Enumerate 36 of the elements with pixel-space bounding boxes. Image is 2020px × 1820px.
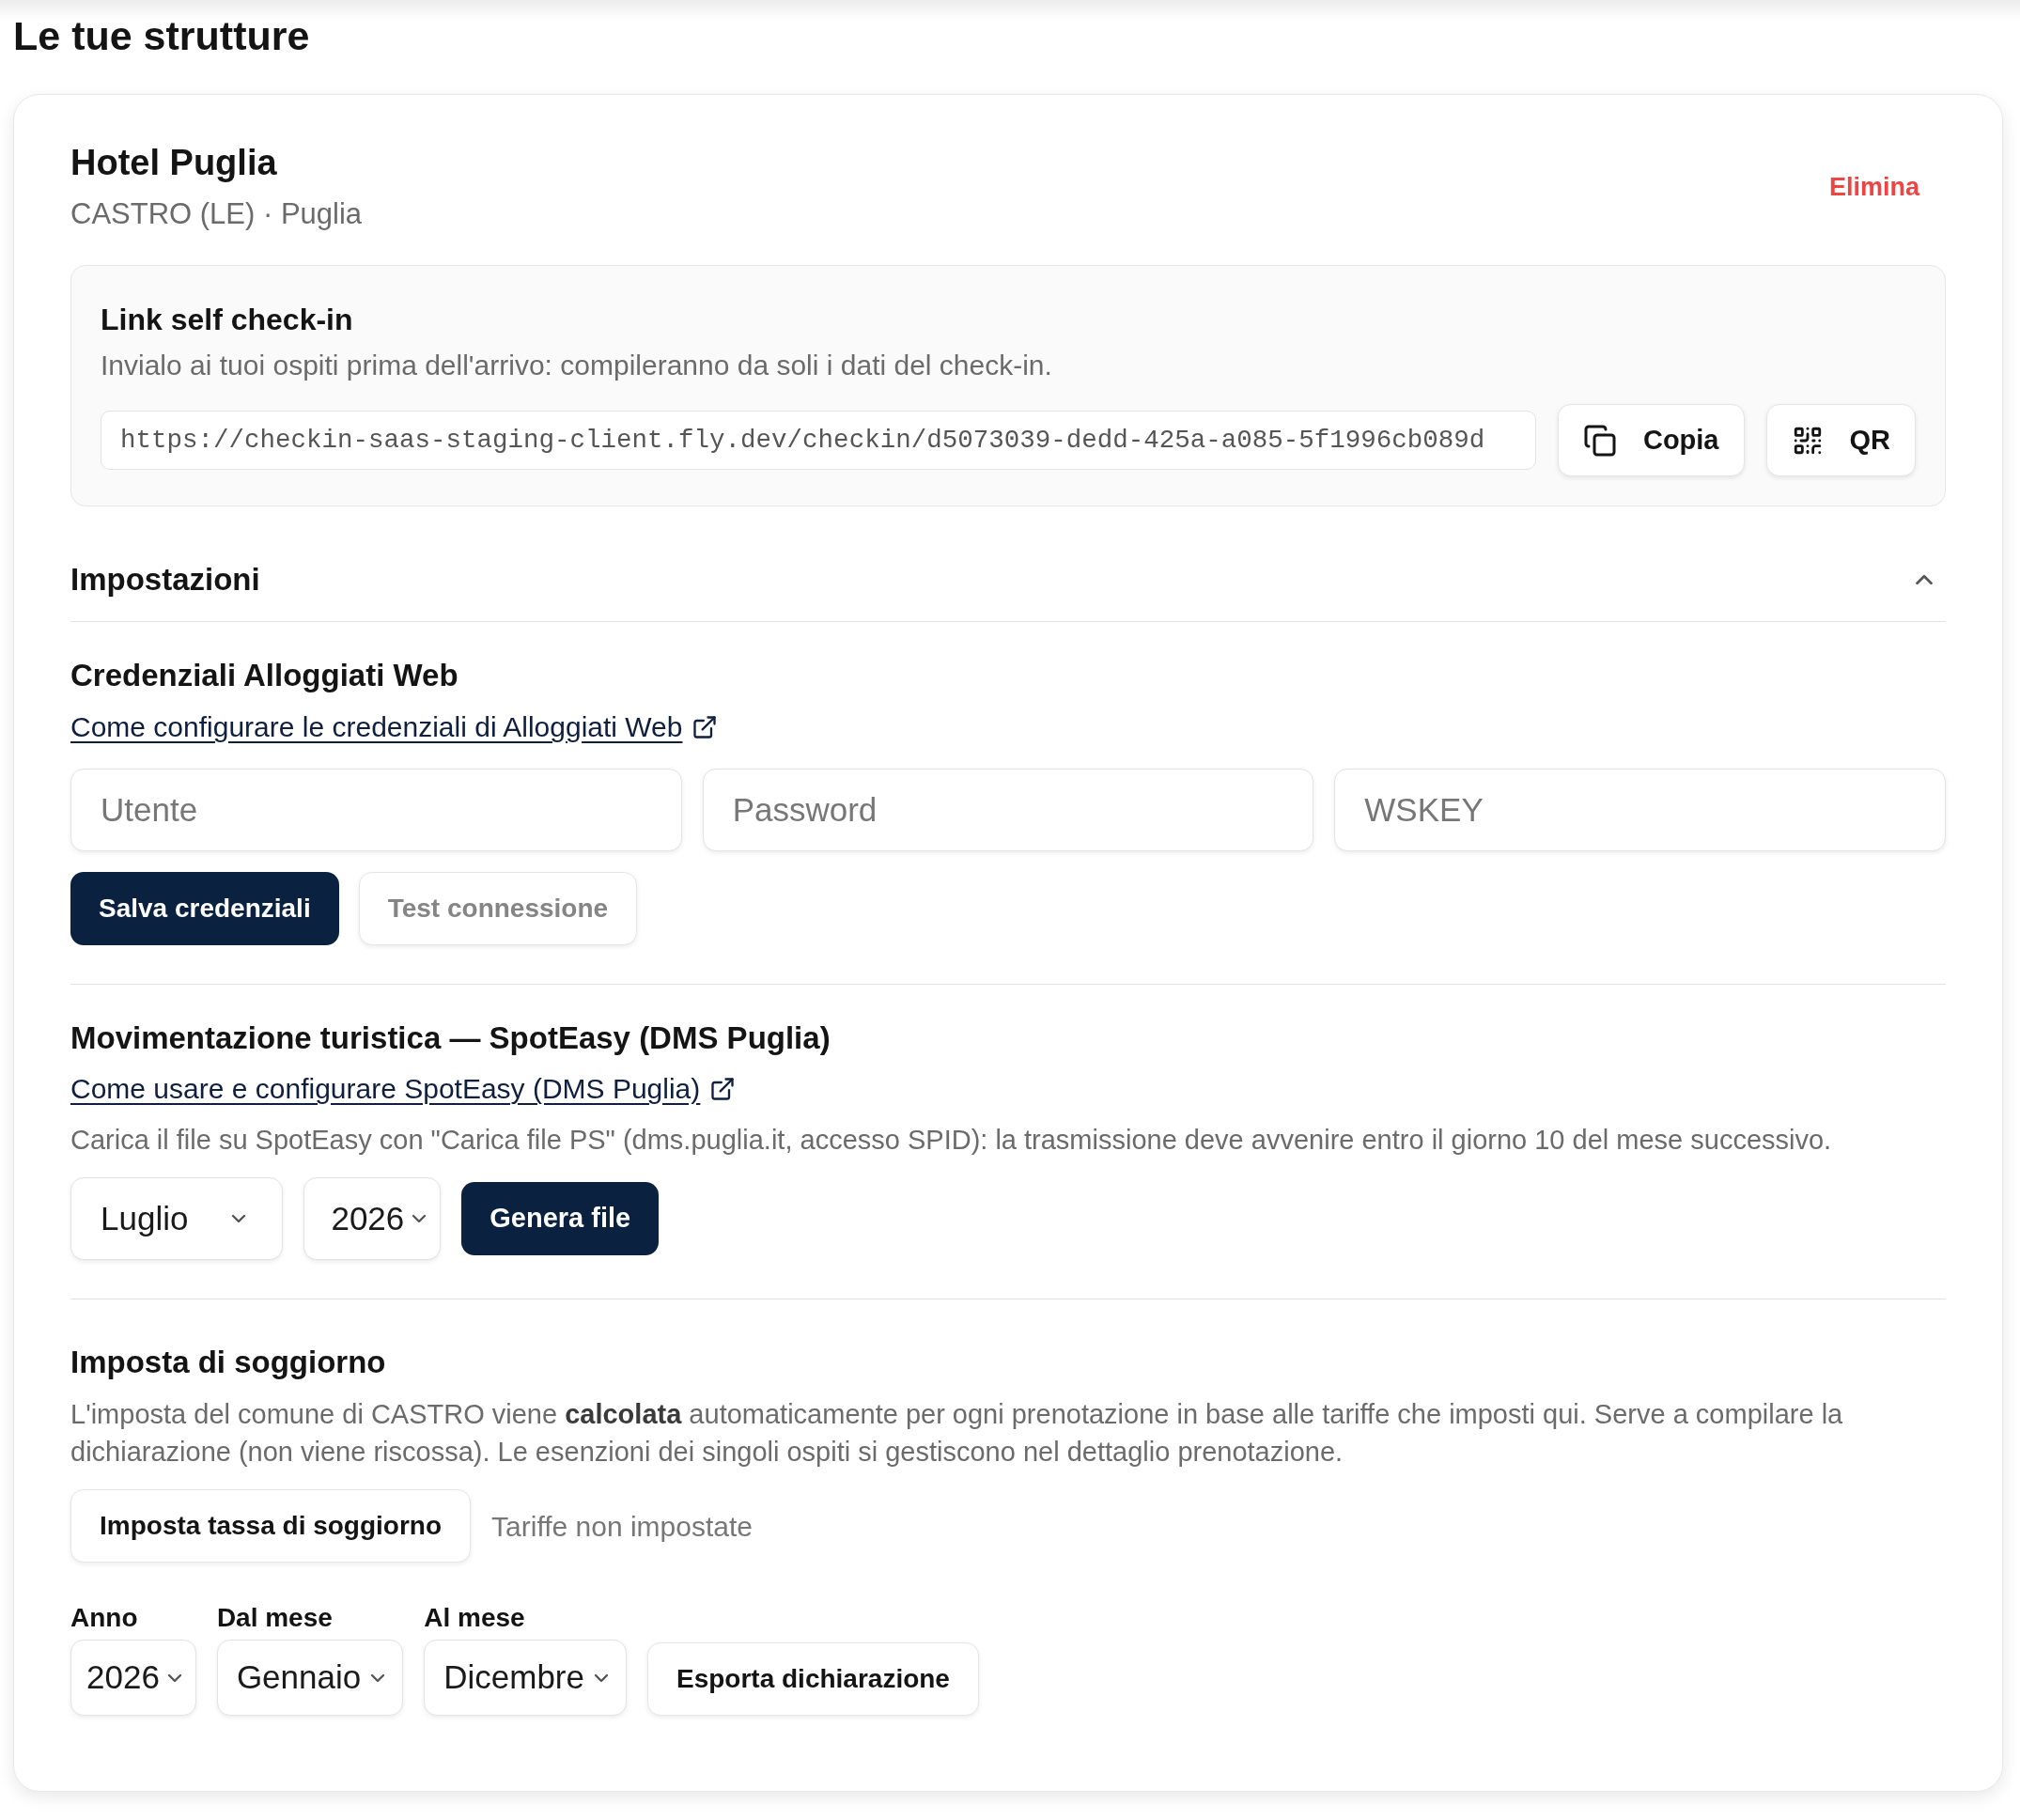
panel-title: Link self check-in — [101, 302, 354, 338]
section-title: Movimentazione turistica — SpotEasy (DMS Puglia) — [70, 1019, 831, 1057]
section-title: Imposta di soggiorno — [70, 1344, 387, 1381]
help-link[interactable]: Come usare e configurare SpotEasy (DMS Puglia) — [70, 1072, 737, 1106]
credential-field[interactable]: WSKEY — [1334, 769, 1946, 851]
section-title: Credenziali Alloggiati Web — [70, 657, 459, 694]
page-title: Le tue strutture — [13, 12, 311, 59]
qr-button[interactable]: QR — [1765, 404, 1916, 476]
property-location: CASTRO (LE) · Puglia — [70, 196, 363, 232]
month-select[interactable]: Luglio — [70, 1177, 284, 1260]
field-label: Anno — [70, 1602, 139, 1634]
year-select[interactable]: 2026 — [70, 1640, 196, 1716]
set-tax-button[interactable]: Imposta tassa di soggiorno — [70, 1489, 472, 1563]
url-field[interactable]: https://checkin-saas-staging-client.fly.dev/checkin/d5073039-dedd-425a-a085-5f1996cb089d — [101, 411, 1536, 470]
rates-status: Tariffe non impostate — [491, 1509, 753, 1544]
section-description: L'imposta del comune di CASTRO viene calcolata automaticamente per ogni prenotazione in base alle tariffe che imposti qui. Serve a compilare la dichiarazione (non viene riscossa). Le esenzioni dei singoli ospiti si gestiscono nel dettaglio prenotazione. — [70, 1398, 1844, 1469]
credential-field[interactable]: Password — [702, 769, 1314, 851]
export-button[interactable]: Esporta dichiarazione — [646, 1642, 979, 1716]
generate-file-button[interactable]: Genera file — [461, 1182, 660, 1255]
delete-button[interactable]: Elimina — [1802, 160, 1946, 214]
external-link-icon — [691, 714, 719, 740]
year-select[interactable]: 2026 — [303, 1177, 442, 1260]
save-credentials-button[interactable]: Salva credenziali — [70, 872, 339, 945]
panel-description: Invialo ai tuoi ospiti prima dell'arrivo: compileranno da soli i dati del check-in. — [101, 349, 1053, 382]
external-link-icon — [709, 1076, 737, 1102]
month-select[interactable]: Dicembre — [424, 1640, 627, 1716]
copy-button[interactable]: Copia — [1557, 404, 1745, 476]
field-label: Al mese — [424, 1602, 526, 1634]
credential-field[interactable]: Utente — [70, 769, 682, 851]
section-description: Carica il file su SpotEasy con "Carica file PS" (dms.puglia.it, accesso SPID): la trasmissione deve avvenire entro il giorno 10 del mese successivo. — [70, 1124, 1833, 1157]
field-label: Dal mese — [216, 1602, 334, 1634]
section-heading: Impostazioni — [70, 561, 260, 599]
property-name: Hotel Puglia — [70, 142, 278, 183]
month-select[interactable]: Gennaio — [216, 1640, 404, 1716]
help-link[interactable]: Come configurare le credenziali di Alloggiati Web — [70, 710, 719, 744]
copy-icon — [1582, 423, 1617, 458]
